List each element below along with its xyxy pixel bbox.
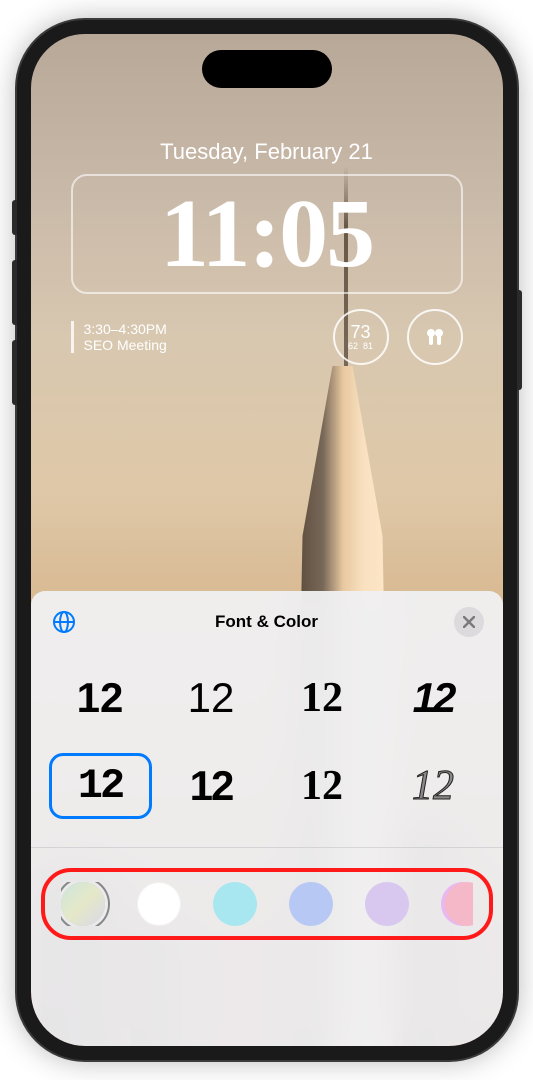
font-option-8[interactable]: 12 [382,753,485,819]
airpods-icon [423,325,447,349]
color-swatch-lavender[interactable] [365,882,409,926]
widgets-row: 3:30–4:30PM SEO Meeting 73 62 81 [71,309,463,365]
color-swatch-cyan[interactable] [213,882,257,926]
color-row-annotation-highlight [41,868,493,940]
sheet-title: Font & Color [215,612,318,632]
phone-frame: Tuesday, February 21 11:05 3:30–4:30PM S… [17,20,517,1060]
font-option-6[interactable]: 12 [160,753,263,819]
screen: Tuesday, February 21 11:05 3:30–4:30PM S… [31,34,503,1046]
font-option-7[interactable]: 12 [271,753,374,819]
globe-button[interactable] [49,607,79,637]
power-button [517,290,522,390]
font-option-4[interactable]: 12 [382,665,485,731]
globe-icon [52,610,76,634]
font-option-5[interactable]: 12 [49,753,152,819]
weather-range: 62 81 [348,341,373,351]
weather-widget[interactable]: 73 62 81 [333,309,389,365]
font-option-3[interactable]: 12 [271,665,374,731]
lockscreen-date[interactable]: Tuesday, February 21 [31,139,503,165]
font-option-1[interactable]: 12 [49,665,152,731]
calendar-title: SEO Meeting [84,337,315,353]
dynamic-island [202,50,332,88]
font-color-sheet: Font & Color 1212121212121212 [31,591,503,1046]
color-swatch-blue[interactable] [289,882,333,926]
font-option-2[interactable]: 12 [160,665,263,731]
volume-down-button [12,340,17,405]
close-button[interactable] [454,607,484,637]
close-icon [463,616,475,628]
font-grid: 1212121212121212 [49,665,485,819]
weather-current-temp: 73 [350,323,370,341]
lockscreen-time: 11:05 [160,178,373,290]
color-swatch-white[interactable] [137,882,181,926]
airpods-battery-widget[interactable] [407,309,463,365]
silence-switch [12,200,17,235]
time-frame[interactable]: 11:05 [71,174,463,294]
calendar-widget[interactable]: 3:30–4:30PM SEO Meeting [71,321,315,353]
volume-up-button [12,260,17,325]
sheet-header: Font & Color [49,607,485,637]
sheet-divider [31,847,503,848]
color-swatch-gradient[interactable] [61,882,105,926]
calendar-time: 3:30–4:30PM [84,321,315,337]
